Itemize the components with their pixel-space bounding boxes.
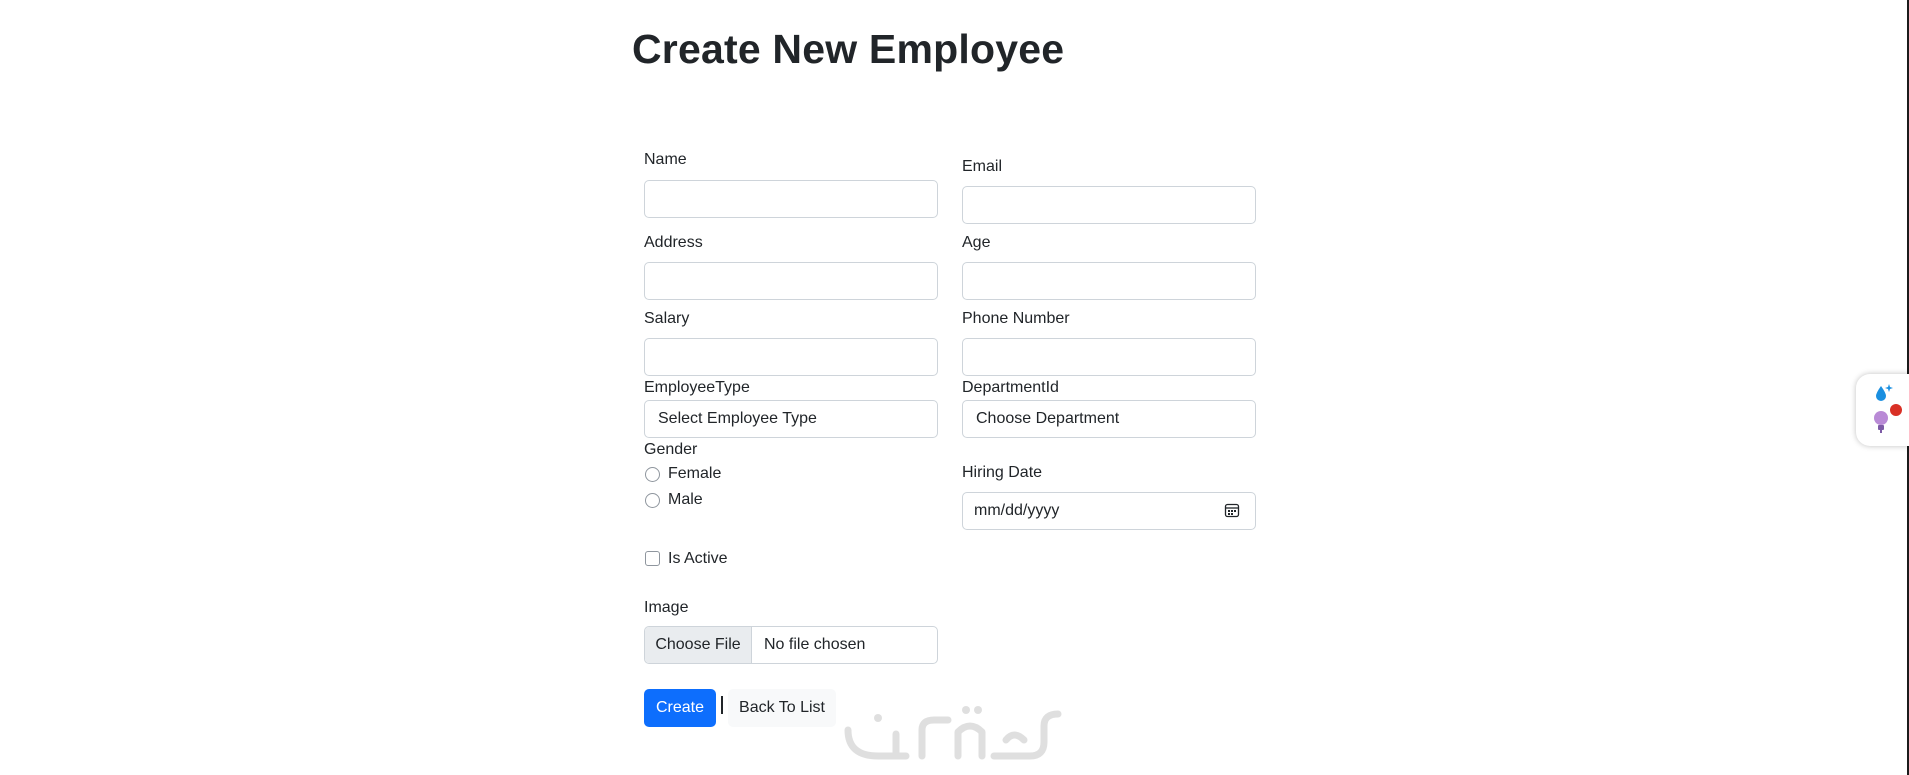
phone-number-input[interactable]	[962, 338, 1256, 376]
gender-label: Gender	[644, 441, 698, 458]
choose-file-button[interactable]: Choose File	[645, 627, 752, 663]
create-button[interactable]: Create	[644, 689, 716, 727]
phone-number-label: Phone Number	[962, 310, 1070, 327]
is-active-checkbox[interactable]	[645, 551, 660, 566]
hiring-date-input[interactable]: mm/dd/yyyy	[962, 492, 1256, 530]
is-active-label: Is Active	[668, 550, 728, 567]
action-separator	[721, 696, 723, 714]
name-label: Name	[644, 151, 687, 168]
page-title: Create New Employee	[632, 26, 1065, 72]
water-drop-sparkle-icon[interactable]	[1872, 382, 1894, 404]
arabic-logo-watermark	[844, 706, 1062, 760]
back-to-list-link[interactable]: Back To List	[728, 689, 836, 727]
extension-notification-badge	[1890, 404, 1902, 416]
name-input[interactable]	[644, 180, 938, 218]
department-select[interactable]: Choose Department	[962, 400, 1256, 438]
salary-label: Salary	[644, 310, 690, 327]
calendar-icon[interactable]	[1224, 502, 1240, 518]
image-label: Image	[644, 599, 689, 616]
gender-female-radio[interactable]	[645, 467, 660, 482]
salary-input[interactable]	[644, 338, 938, 376]
email-input[interactable]	[962, 186, 1256, 224]
gender-female-label: Female	[668, 465, 722, 482]
hiring-date-label: Hiring Date	[962, 464, 1043, 481]
address-label: Address	[644, 234, 703, 251]
file-status-text: No file chosen	[764, 636, 866, 653]
email-label: Email	[962, 158, 1003, 175]
age-label: Age	[962, 234, 991, 251]
employee-type-label: EmployeeType	[644, 379, 750, 396]
department-label: DepartmentId	[962, 379, 1059, 396]
employee-type-select[interactable]: Select Employee Type	[644, 400, 938, 438]
age-input[interactable]	[962, 262, 1256, 300]
address-input[interactable]	[644, 262, 938, 300]
gender-male-radio[interactable]	[645, 493, 660, 508]
gender-male-label: Male	[668, 491, 703, 508]
image-file-input[interactable]: Choose File No file chosen	[644, 626, 938, 664]
